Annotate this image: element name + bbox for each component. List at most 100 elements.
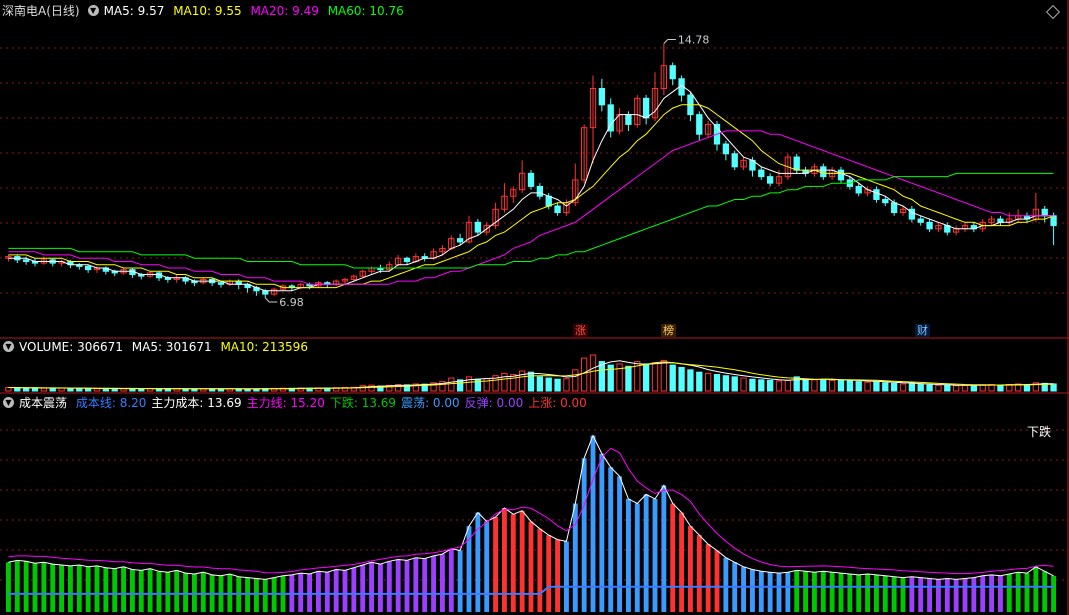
candle-body: [536, 185, 544, 197]
ma10-label: MA10: 9.55: [173, 4, 242, 18]
event-marker-rank[interactable]: 榜: [661, 324, 676, 337]
volume-bar: [979, 384, 986, 392]
volume-bar: [359, 385, 366, 392]
volume-bar: [961, 384, 969, 392]
volume-bar: [22, 387, 30, 392]
volume-bar: [687, 369, 694, 392]
volume-bar: [802, 378, 809, 392]
volume-bar: [935, 384, 942, 392]
volume-legend: ▼ VOLUME: 306671 MA5: 301671 MA10: 213596: [0, 339, 313, 355]
signal-label: 下跌: [1027, 425, 1052, 439]
volume-bar: [944, 384, 951, 392]
candle-body: [855, 185, 862, 194]
volume-bar: [696, 371, 703, 392]
volume-bar: [970, 384, 978, 392]
volume-bar: [40, 387, 48, 392]
volume-bar: [775, 380, 783, 392]
volume-bar: [1050, 383, 1057, 392]
dropdown-icon[interactable]: ▼: [3, 397, 14, 408]
indicator-label-5: 反弹: 0.00: [464, 396, 524, 410]
dropdown-icon[interactable]: ▼: [87, 5, 99, 16]
candle-body: [669, 65, 676, 80]
candle-body: [84, 265, 92, 271]
candle-body: [873, 189, 880, 200]
volume-bar: [855, 381, 862, 392]
candle-body: [722, 143, 730, 155]
volume-bar: [642, 363, 650, 392]
volume-bar: [793, 376, 800, 392]
volume-bar: [917, 384, 924, 392]
candle-body: [642, 97, 650, 119]
vol-ma10-label: MA10: 213596: [220, 340, 308, 354]
candle-body: [731, 153, 738, 168]
candle-body: [890, 202, 898, 214]
volume-bar: [864, 381, 871, 392]
price-legend: 深南电A(日线) ▼ MA5: 9.57 MA10: 9.55 MA20: 9.49…: [0, 3, 409, 19]
volume-bar: [820, 378, 827, 392]
candle-body: [917, 218, 924, 223]
high-pointer: [663, 38, 676, 44]
volume-bar: [899, 383, 907, 392]
volume-bar: [997, 384, 1004, 392]
candle-body: [766, 176, 774, 184]
volume-bar: [713, 374, 721, 392]
volume-bar: [536, 376, 544, 392]
candle-body: [554, 205, 561, 214]
volume-bar: [625, 365, 632, 392]
volume-bar: [660, 359, 668, 392]
candle-body: [926, 221, 933, 230]
low-pointer: [264, 297, 278, 303]
volume-bar: [368, 384, 375, 392]
volume-bar: [704, 372, 712, 392]
ma5-label: MA5: 9.57: [103, 4, 165, 18]
volume-bar: [908, 382, 916, 392]
indicator-label-3: 下跌: 13.69: [329, 396, 397, 410]
volume-bar: [749, 378, 756, 392]
volume-bar: [722, 375, 730, 392]
volume-bar: [14, 387, 21, 392]
indicator-label-2: 主力线: 15.20: [246, 396, 325, 410]
candle-body: [1050, 215, 1057, 227]
candle-body: [527, 172, 535, 187]
candle-body: [598, 88, 606, 106]
candle-body: [1041, 208, 1048, 217]
candle-body: [625, 114, 632, 125]
event-marker-up[interactable]: 涨: [573, 324, 588, 337]
candle-body: [262, 290, 269, 295]
ma60-label: MA60: 10.76: [327, 4, 404, 18]
volume-bar: [811, 379, 818, 392]
volume-bar: [589, 354, 597, 392]
candle-body: [696, 114, 703, 135]
volume-bar: [740, 377, 747, 392]
volume-bar: [837, 379, 845, 392]
indicator-label-1: 主力成本: 13.69: [151, 396, 242, 410]
candle-body: [882, 198, 889, 204]
ma10-line: [8, 104, 1054, 289]
volume-bar: [580, 357, 588, 392]
volume-bar: [510, 374, 517, 392]
candle-body: [545, 195, 552, 207]
volume-bar: [93, 388, 101, 392]
stock-title: 深南电A(日线): [2, 4, 80, 18]
volume-bar: [465, 376, 473, 392]
candle-body: [217, 282, 225, 285]
dropdown-icon[interactable]: ▼: [3, 341, 14, 352]
volume-label: VOLUME: 306671: [19, 340, 123, 354]
volume-bar: [731, 376, 738, 392]
volume-bar: [678, 366, 685, 392]
volume-bar: [926, 384, 933, 392]
indicator-label-4: 震荡: 0.00: [401, 396, 460, 410]
indicator-label-0: 成本线: 8.20: [75, 396, 147, 410]
volume-bar: [76, 387, 83, 392]
volume-bar: [1023, 384, 1031, 392]
vol-ma5-label: MA5: 301671: [131, 340, 212, 354]
ma20-label: MA20: 9.49: [250, 4, 319, 18]
volume-bar: [545, 377, 552, 392]
candle-body: [837, 169, 845, 181]
event-marker-finance[interactable]: 财: [915, 324, 930, 337]
candle-body: [474, 221, 482, 233]
candle-body: [456, 238, 464, 243]
indicator-label-6: 上涨: 0.00: [528, 396, 587, 410]
volume-bar: [84, 388, 92, 392]
candle-body: [403, 257, 411, 262]
